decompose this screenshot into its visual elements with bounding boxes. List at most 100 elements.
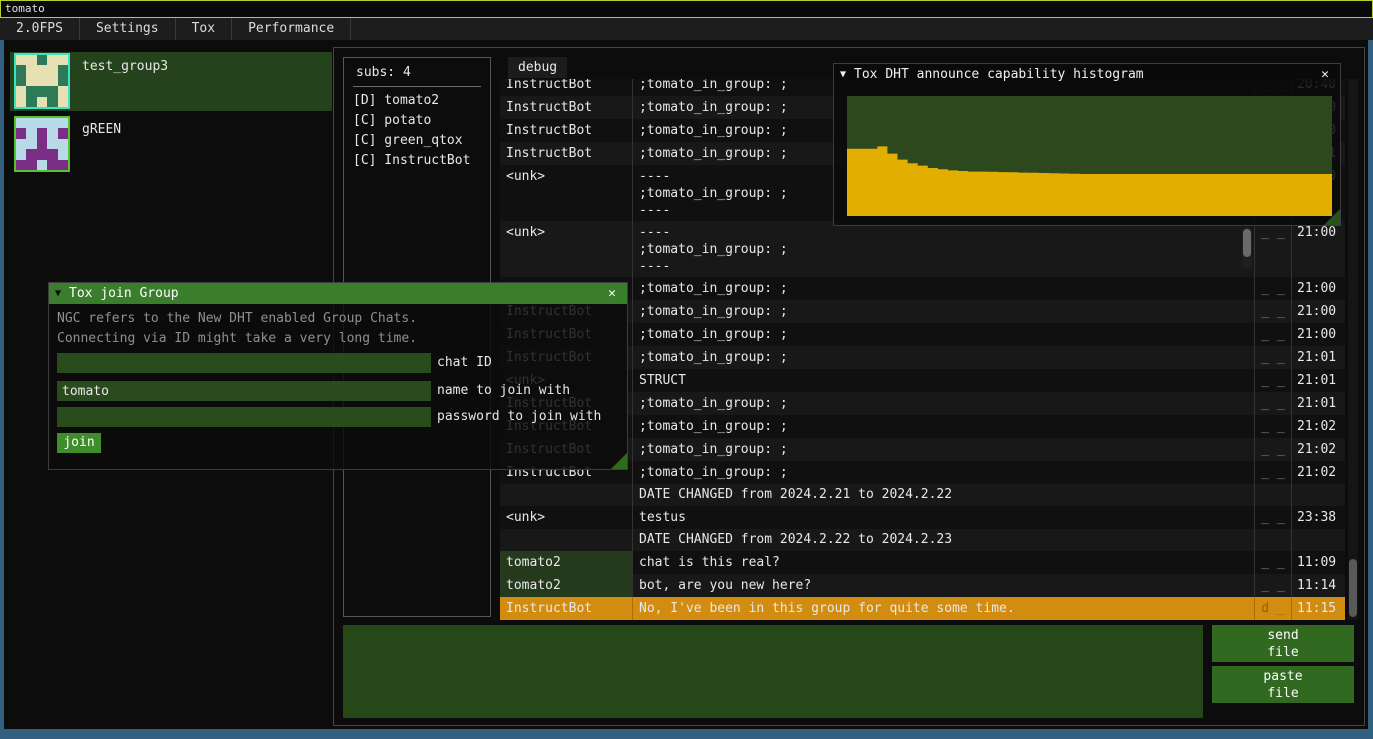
avatar-pixel — [47, 160, 57, 170]
avatar-pixel — [47, 97, 57, 107]
resize-grip[interactable] — [611, 453, 627, 469]
avatar-pixel — [47, 149, 57, 159]
join-group-titlebar[interactable]: ▼ Tox join Group ✕ — [49, 283, 627, 304]
avatar-pixel — [26, 149, 36, 159]
message-text: ;tomato_in_group: ; — [633, 392, 1255, 415]
timestamp: 21:00 — [1292, 221, 1345, 277]
menu-performance[interactable]: Performance — [232, 18, 351, 40]
chat-row[interactable]: tomato2bot, are you new here?_ _11:14 — [500, 574, 1345, 597]
window-title: tomato — [5, 2, 45, 15]
avatar-pixel — [47, 65, 57, 75]
avatar-pixel — [37, 97, 47, 107]
date-changed-row[interactable]: DATE CHANGED from 2024.2.21 to 2024.2.22 — [500, 484, 1345, 506]
dht-histogram-window[interactable]: ▼ Tox DHT announce capability histogram … — [833, 63, 1341, 226]
message-text: ;tomato_in_group: ; — [633, 438, 1255, 461]
window-frame-left — [0, 40, 4, 739]
send-file-button[interactable]: send file — [1212, 625, 1354, 662]
avatar-pixel — [16, 149, 26, 159]
close-icon[interactable]: ✕ — [1316, 64, 1334, 85]
timestamp: 11:14 — [1292, 574, 1345, 597]
histogram-plot — [847, 96, 1332, 216]
chat-row[interactable]: <unk>----;tomato_in_group: ;----_ _21:00 — [500, 221, 1345, 277]
group-name: test_group3 — [82, 52, 168, 111]
join-group-title: Tox join Group — [69, 283, 603, 304]
sender-name: InstructBot — [500, 142, 633, 165]
delivery-flags: _ _ — [1255, 221, 1292, 277]
delivery-flags — [1255, 529, 1292, 551]
app-window: tomato 2.0FPS Settings Tox Performance t… — [0, 0, 1373, 739]
collapse-arrow-icon[interactable]: ▼ — [840, 64, 846, 85]
avatar-pixel — [47, 139, 57, 149]
join-password-input[interactable] — [57, 407, 431, 427]
message-text: ;tomato_in_group: ; — [633, 415, 1255, 438]
paste-file-button[interactable]: paste file — [1212, 666, 1354, 703]
avatar-pixel — [58, 97, 68, 107]
message-text: ;tomato_in_group: ; — [633, 346, 1255, 369]
avatar-pixel — [58, 160, 68, 170]
sender-name — [500, 529, 633, 551]
chat-row[interactable]: tomato2chat is this real?_ _11:09 — [500, 551, 1345, 574]
menu-settings[interactable]: Settings — [80, 18, 176, 40]
sidebar-item-gREEN[interactable]: gREEN — [10, 115, 332, 174]
join-name-input[interactable] — [57, 381, 431, 401]
date-changed-text: DATE CHANGED from 2024.2.21 to 2024.2.22 — [633, 484, 1255, 506]
date-changed-row[interactable]: DATE CHANGED from 2024.2.22 to 2024.2.23 — [500, 529, 1345, 551]
avatar-pixel — [58, 118, 68, 128]
message-text: No, I've been in this group for quite so… — [633, 597, 1255, 620]
sender-name: <unk> — [500, 221, 633, 277]
member-instructbot[interactable]: [C] InstructBot — [344, 151, 490, 171]
delivery-flags: _ _ — [1255, 346, 1292, 369]
avatar-pixel — [37, 55, 47, 65]
avatar-pixel — [58, 76, 68, 86]
menu-tox[interactable]: Tox — [176, 18, 232, 40]
sender-name: InstructBot — [500, 119, 633, 142]
avatar-pixel — [58, 128, 68, 138]
sender-name: tomato2 — [500, 574, 633, 597]
resize-grip[interactable] — [1324, 209, 1340, 225]
menu-bar: 2.0FPS Settings Tox Performance — [0, 18, 1373, 40]
member-potato[interactable]: [C] potato — [344, 111, 490, 131]
close-icon[interactable]: ✕ — [603, 283, 621, 304]
timestamp: 21:00 — [1292, 323, 1345, 346]
message-text: testus — [633, 506, 1255, 529]
avatar-pixel — [16, 65, 26, 75]
chat-id-input[interactable] — [57, 353, 431, 373]
chat-row[interactable]: <unk>testus_ _23:38 — [500, 506, 1345, 529]
avatar-pixel — [26, 55, 36, 65]
sender-name — [500, 484, 633, 506]
timestamp: 11:15 — [1292, 597, 1345, 620]
avatar-pixel — [26, 65, 36, 75]
join-note-line1: NGC refers to the New DHT enabled Group … — [57, 311, 417, 326]
message-text: bot, are you new here? — [633, 574, 1255, 597]
chat-scrollbar[interactable] — [1348, 79, 1358, 620]
avatar-pixel — [47, 76, 57, 86]
delivery-flags: _ _ — [1255, 323, 1292, 346]
chat-scrollbar-thumb[interactable] — [1349, 559, 1357, 617]
tab-debug[interactable]: debug — [508, 57, 567, 78]
dht-histogram-titlebar[interactable]: ▼ Tox DHT announce capability histogram … — [834, 64, 1340, 85]
timestamp: 21:01 — [1292, 369, 1345, 392]
join-group-window[interactable]: ▼ Tox join Group ✕ NGC refers to the New… — [48, 282, 628, 470]
group-avatar — [14, 116, 70, 172]
join-note-line2: Connecting via ID might take a very long… — [57, 331, 417, 346]
message-text: ;tomato_in_group: ; — [633, 277, 1255, 300]
timestamp: 21:00 — [1292, 300, 1345, 323]
chat-row[interactable]: InstructBotNo, I've been in this group f… — [500, 597, 1345, 620]
member-green_qtox[interactable]: [C] green_qtox — [344, 131, 490, 151]
message-scrollbar-thumb[interactable] — [1243, 229, 1251, 257]
timestamp — [1292, 484, 1345, 506]
join-name-label: name to join with — [437, 381, 570, 401]
sidebar-item-test_group3[interactable]: test_group3 — [10, 52, 332, 111]
delivery-flags: _ _ — [1255, 277, 1292, 300]
message-scrollbar[interactable] — [1242, 227, 1252, 269]
collapse-arrow-icon[interactable]: ▼ — [55, 283, 61, 304]
join-button[interactable]: join — [57, 433, 101, 453]
member-tomato2[interactable]: [D] tomato2 — [344, 91, 490, 111]
menu-fps: 2.0FPS — [0, 18, 80, 40]
window-titlebar[interactable]: tomato — [0, 0, 1373, 18]
group-name: gREEN — [82, 115, 121, 174]
avatar-pixel — [26, 97, 36, 107]
delivery-flags: _ _ — [1255, 300, 1292, 323]
timestamp — [1292, 529, 1345, 551]
message-input[interactable] — [343, 625, 1203, 718]
